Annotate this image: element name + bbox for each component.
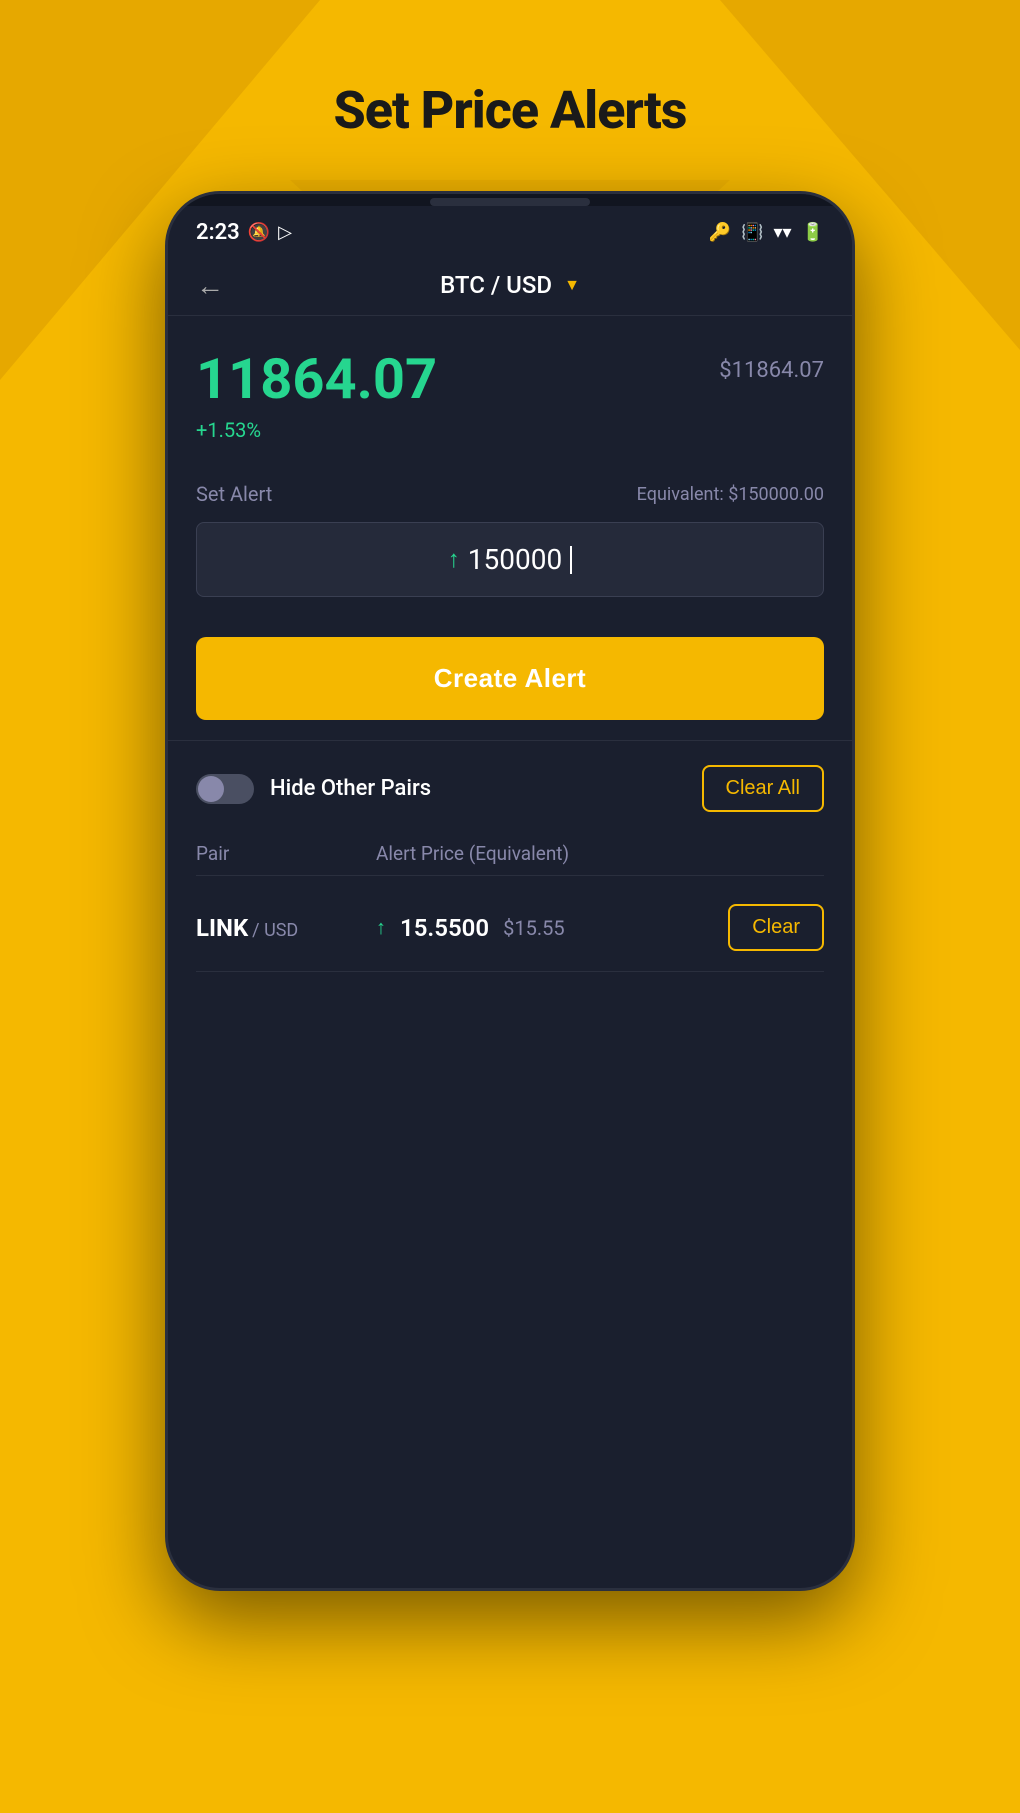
alert-direction-icon: ↑ (376, 915, 386, 940)
price-row: 11864.07 +1.53% $11864.07 (196, 346, 824, 442)
create-alert-button[interactable]: Create Alert (196, 637, 824, 720)
pair-quote: / USD (252, 920, 298, 941)
notification-icon: 🔕 (248, 222, 270, 243)
alert-pair: LINK / USD (196, 914, 376, 942)
alert-label: Set Alert (196, 482, 272, 506)
hide-pairs-row: Hide Other Pairs (196, 774, 431, 804)
alert-input-field[interactable]: ↑ 150000 (196, 522, 824, 597)
alerts-list-header: Hide Other Pairs Clear All (196, 765, 824, 812)
alert-header: Set Alert Equivalent: $150000.00 (196, 482, 824, 506)
battery-icon: 🔋 (802, 222, 824, 243)
alert-price-value: 15.5500 (400, 914, 489, 942)
phone-mockup: 2:23 🔕 ▷ 🔑 📳 ▾▾ 🔋 ← BTC / USD ▼ 11864.07… (165, 191, 855, 1591)
status-icons-right: 🔑 📳 ▾▾ 🔋 (709, 222, 824, 243)
page-title: Set Price Alerts (333, 80, 686, 141)
nav-bar: ← BTC / USD ▼ (168, 255, 852, 316)
alert-input-value: 150000 (468, 543, 562, 576)
wifi-icon: ▾▾ (774, 222, 792, 243)
status-bar: 2:23 🔕 ▷ 🔑 📳 ▾▾ 🔋 (168, 206, 852, 255)
toggle-knob (198, 776, 224, 802)
alerts-list-section: Hide Other Pairs Clear All Pair Alert Pr… (168, 741, 852, 996)
price-main: 11864.07 (196, 346, 437, 412)
key-icon: 🔑 (709, 222, 731, 243)
hide-pairs-label: Hide Other Pairs (270, 776, 431, 801)
table-row: LINK / USD ↑ 15.5500 $15.55 Clear (196, 884, 824, 972)
alert-section: Set Alert Equivalent: $150000.00 ↑ 15000… (168, 462, 852, 617)
alert-input-direction-icon: ↑ (448, 545, 460, 574)
alert-price-info: ↑ 15.5500 $15.55 (376, 914, 728, 942)
price-section: 11864.07 +1.53% $11864.07 (168, 316, 852, 462)
pair-dropdown-arrow[interactable]: ▼ (564, 275, 580, 295)
back-button[interactable]: ← (196, 269, 224, 302)
phone-notch (430, 198, 590, 206)
alert-price-equiv: $15.55 (503, 916, 564, 940)
clear-button[interactable]: Clear (728, 904, 824, 951)
table-headers: Pair Alert Price (Equivalent) (196, 832, 824, 876)
vibrate-icon: 📳 (741, 222, 763, 243)
price-usd: $11864.07 (719, 358, 824, 383)
clear-all-button[interactable]: Clear All (702, 765, 824, 812)
price-left: 11864.07 +1.53% (196, 346, 437, 442)
text-cursor (570, 546, 572, 574)
th-pair: Pair (196, 842, 376, 865)
pair-name: LINK (196, 914, 248, 942)
status-time: 2:23 (196, 220, 240, 245)
status-left: 2:23 🔕 ▷ (196, 220, 292, 245)
hide-pairs-toggle[interactable] (196, 774, 254, 804)
nav-title: BTC / USD ▼ (440, 271, 580, 299)
alert-equivalent: Equivalent: $150000.00 (637, 484, 824, 505)
nav-pair-label: BTC / USD (440, 271, 552, 299)
th-price: Alert Price (Equivalent) (376, 842, 824, 865)
price-change: +1.53% (196, 418, 437, 442)
phone-top-bar (168, 194, 852, 206)
play-icon: ▷ (278, 222, 292, 243)
